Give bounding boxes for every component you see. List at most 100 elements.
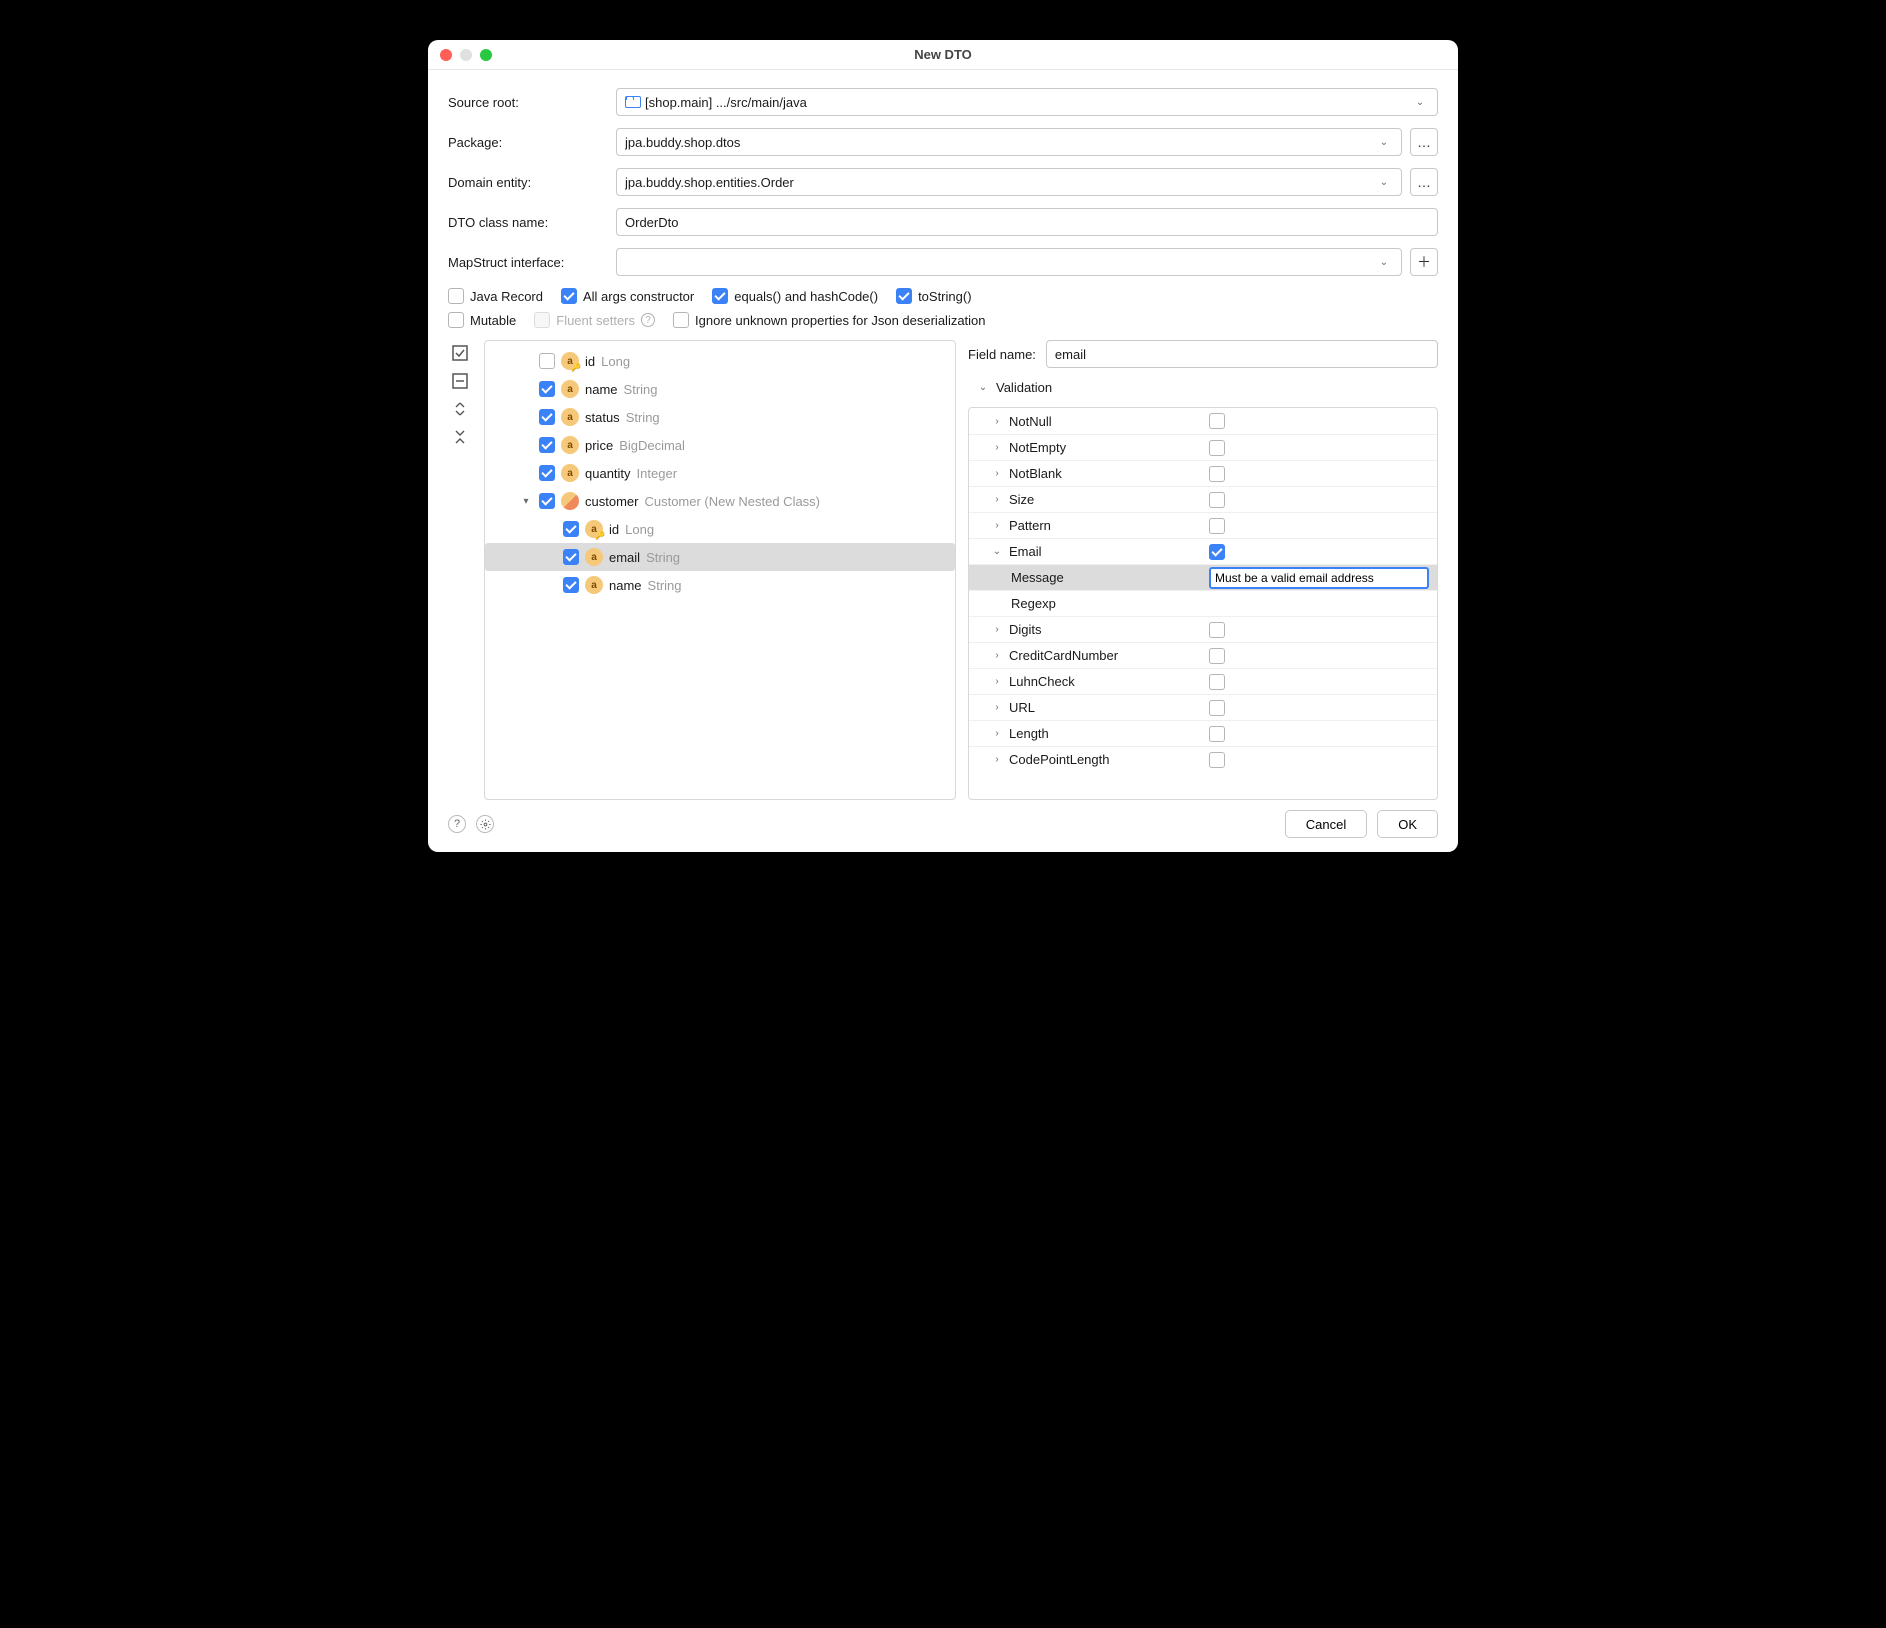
field-name-field[interactable] — [1046, 340, 1438, 368]
checkbox-icon[interactable] — [1209, 413, 1225, 429]
validation-header[interactable]: ⌄ Validation — [968, 374, 1438, 401]
validation-codepointlength[interactable]: ›CodePointLength — [969, 746, 1437, 772]
chevron-icon[interactable]: › — [991, 520, 1003, 531]
dto-class-name-field[interactable] — [616, 208, 1438, 236]
tree-row-price[interactable]: aprice BigDecimal — [485, 431, 955, 459]
mapstruct-input[interactable] — [625, 255, 1369, 270]
help-icon[interactable]: ? — [448, 815, 466, 833]
checkbox-icon[interactable] — [563, 549, 579, 565]
validation-size[interactable]: ›Size — [969, 486, 1437, 512]
tree-row-quantity[interactable]: aquantity Integer — [485, 459, 955, 487]
chevron-icon[interactable]: › — [991, 676, 1003, 687]
checkbox-icon[interactable] — [1209, 726, 1225, 742]
checkbox-icon[interactable] — [563, 577, 579, 593]
chevron-icon[interactable]: › — [991, 728, 1003, 739]
checkbox-icon[interactable] — [563, 521, 579, 537]
ok-button[interactable]: OK — [1377, 810, 1438, 838]
validation-digits[interactable]: ›Digits — [969, 616, 1437, 642]
chevron-icon[interactable]: ▾ — [519, 496, 533, 507]
checkbox-icon[interactable] — [1209, 700, 1225, 716]
settings-icon[interactable] — [476, 815, 494, 833]
tree-row-name[interactable]: aname String — [485, 571, 955, 599]
option-java-record[interactable]: Java Record — [448, 288, 543, 304]
tree-row-name[interactable]: aname String — [485, 375, 955, 403]
chevron-icon[interactable]: › — [991, 468, 1003, 479]
chevron-icon[interactable]: ⌄ — [991, 546, 1003, 557]
option-ignore-unknown-properties-for-json-deserialization[interactable]: Ignore unknown properties for Json deser… — [673, 312, 986, 328]
validation-length[interactable]: ›Length — [969, 720, 1437, 746]
validation-notblank[interactable]: ›NotBlank — [969, 460, 1437, 486]
tree-row-id[interactable]: a🔑id Long — [485, 347, 955, 375]
mapstruct-combo[interactable]: ⌄ — [616, 248, 1402, 276]
cancel-button[interactable]: Cancel — [1285, 810, 1367, 838]
minimize-icon[interactable] — [460, 49, 472, 61]
package-browse-button[interactable]: … — [1410, 128, 1438, 156]
validation-notempty[interactable]: ›NotEmpty — [969, 434, 1437, 460]
checkbox-icon[interactable] — [1209, 622, 1225, 638]
package-combo[interactable]: ⌄ — [616, 128, 1402, 156]
checkbox-icon[interactable] — [1209, 492, 1225, 508]
collapse-all-icon[interactable] — [451, 428, 469, 446]
help-icon[interactable]: ? — [641, 313, 655, 327]
chevron-icon[interactable]: › — [991, 650, 1003, 661]
validation-luhncheck[interactable]: ›LuhnCheck — [969, 668, 1437, 694]
checkbox-icon[interactable] — [1209, 544, 1225, 560]
tree-row-status[interactable]: astatus String — [485, 403, 955, 431]
tree-row-customer[interactable]: ▾customer Customer (New Nested Class) — [485, 487, 955, 515]
select-all-icon[interactable] — [451, 344, 469, 362]
checkbox-icon[interactable] — [539, 437, 555, 453]
validation-panel[interactable]: ›NotNull›NotEmpty›NotBlank›Size›Pattern⌄… — [968, 407, 1438, 800]
chevron-icon[interactable]: › — [991, 416, 1003, 427]
checkbox-icon[interactable] — [712, 288, 728, 304]
chevron-icon[interactable]: › — [991, 702, 1003, 713]
checkbox-icon[interactable] — [1209, 752, 1225, 768]
checkbox-icon[interactable] — [539, 381, 555, 397]
checkbox-icon[interactable] — [1209, 674, 1225, 690]
maximize-icon[interactable] — [480, 49, 492, 61]
validation-email-regexp[interactable]: Regexp — [969, 590, 1437, 616]
chevron-icon[interactable]: › — [991, 754, 1003, 765]
package-input[interactable] — [625, 135, 1369, 150]
deselect-all-icon[interactable] — [451, 372, 469, 390]
domain-entity-input[interactable] — [625, 175, 1369, 190]
field-name-input[interactable] — [1055, 347, 1429, 362]
checkbox-icon[interactable] — [1209, 648, 1225, 664]
option-mutable[interactable]: Mutable — [448, 312, 516, 328]
validation-email[interactable]: ⌄Email — [969, 538, 1437, 564]
option-tostring-[interactable]: toString() — [896, 288, 971, 304]
validation-pattern[interactable]: ›Pattern — [969, 512, 1437, 538]
mapstruct-add-button[interactable]: ＋ — [1410, 248, 1438, 276]
checkbox-icon[interactable] — [448, 288, 464, 304]
checkbox-icon — [534, 312, 550, 328]
close-icon[interactable] — [440, 49, 452, 61]
checkbox-icon[interactable] — [539, 353, 555, 369]
checkbox-icon[interactable] — [561, 288, 577, 304]
chevron-icon[interactable]: › — [991, 494, 1003, 505]
option-all-args-constructor[interactable]: All args constructor — [561, 288, 694, 304]
checkbox-icon[interactable] — [448, 312, 464, 328]
validation-email-message[interactable]: Message — [969, 564, 1437, 590]
validation-url[interactable]: ›URL — [969, 694, 1437, 720]
validation-creditcardnumber[interactable]: ›CreditCardNumber — [969, 642, 1437, 668]
tree-row-email[interactable]: aemail String — [485, 543, 955, 571]
tree-row-id[interactable]: a🔑id Long — [485, 515, 955, 543]
domain-entity-browse-button[interactable]: … — [1410, 168, 1438, 196]
checkbox-icon[interactable] — [539, 409, 555, 425]
checkbox-icon[interactable] — [1209, 466, 1225, 482]
validation-message-input[interactable] — [1209, 567, 1429, 589]
chevron-icon[interactable]: › — [991, 624, 1003, 635]
domain-entity-combo[interactable]: ⌄ — [616, 168, 1402, 196]
checkbox-icon[interactable] — [673, 312, 689, 328]
validation-notnull[interactable]: ›NotNull — [969, 408, 1437, 434]
dto-class-name-input[interactable] — [625, 215, 1429, 230]
expand-all-icon[interactable] — [451, 400, 469, 418]
checkbox-icon[interactable] — [1209, 518, 1225, 534]
checkbox-icon[interactable] — [896, 288, 912, 304]
chevron-icon[interactable]: › — [991, 442, 1003, 453]
fields-tree[interactable]: a🔑id Longaname Stringastatus Stringapric… — [484, 340, 956, 800]
option-equals-and-hashcode-[interactable]: equals() and hashCode() — [712, 288, 878, 304]
checkbox-icon[interactable] — [1209, 440, 1225, 456]
checkbox-icon[interactable] — [539, 465, 555, 481]
source-root-combo[interactable]: [shop.main] .../src/main/java ⌄ — [616, 88, 1438, 116]
checkbox-icon[interactable] — [539, 493, 555, 509]
